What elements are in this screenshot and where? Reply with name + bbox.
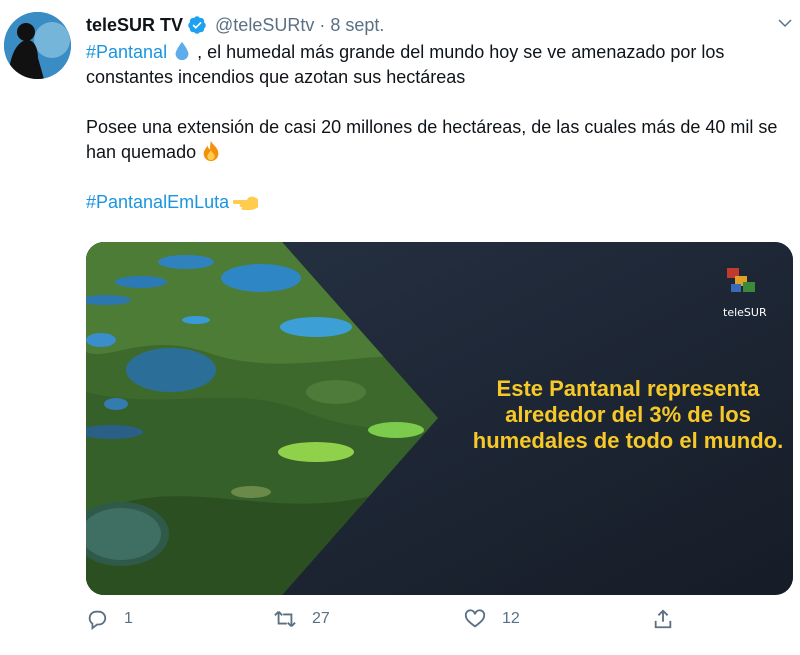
fire-emoji (200, 140, 222, 162)
separator: · (319, 14, 326, 35)
tweet-text: #Pantanal, el humedal más grande del mun… (86, 40, 792, 215)
hashtag-pantanal[interactable]: #Pantanal (86, 42, 167, 62)
paragraph-3: #PantanalEmLuta (86, 190, 792, 215)
author-name[interactable]: teleSUR TV (86, 15, 183, 36)
reply-count: 1 (124, 610, 133, 627)
author-avatar[interactable] (4, 12, 71, 79)
tweet-date[interactable]: 8 sept. (330, 15, 384, 36)
reply-icon (88, 610, 107, 630)
paragraph-1: #Pantanal, el humedal más grande del mun… (86, 40, 792, 90)
hashtag-pantanalemluta[interactable]: #PantanalEmLuta (86, 192, 229, 212)
like-count: 12 (502, 610, 520, 627)
retweet-action[interactable]: 27 (274, 608, 330, 630)
author-handle[interactable]: @teleSURtv (215, 15, 314, 36)
like-action[interactable]: 12 (464, 608, 520, 630)
paragraph-2: Posee una extensión de casi 20 millones … (86, 115, 792, 165)
telesur-logo-text: teleSUR (723, 306, 767, 319)
pointing-left-emoji (232, 192, 259, 214)
media-caption: Este Pantanal representa alrededor del 3… (472, 376, 784, 453)
retweet-count: 27 (312, 610, 330, 627)
droplet-emoji (171, 40, 193, 62)
chevron-down-icon[interactable] (776, 14, 794, 32)
share-action[interactable] (652, 608, 690, 630)
avatar-image (4, 12, 71, 79)
tweet-actions: 1 27 12 (86, 608, 686, 638)
verified-badge-icon (187, 15, 207, 35)
like-icon (464, 609, 486, 628)
retweet-icon (274, 611, 296, 627)
share-icon (654, 609, 672, 629)
paragraph-2-text: Posee una extensión de casi 20 millones … (86, 117, 778, 162)
reply-action[interactable]: 1 (86, 608, 133, 630)
tweet-header: teleSUR TV @teleSURtv · 8 sept. (86, 12, 780, 38)
